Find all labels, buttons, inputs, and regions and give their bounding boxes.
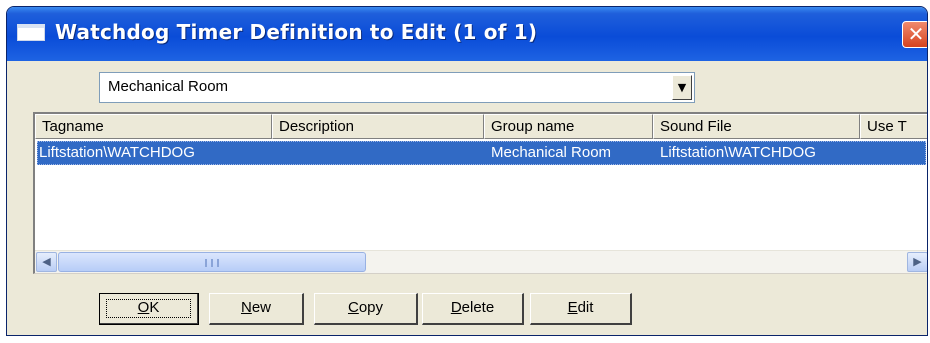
column-header-description[interactable]: Description bbox=[272, 114, 484, 139]
watchdog-list[interactable]: Tagname Description Group name Sound Fil… bbox=[33, 112, 927, 274]
ok-button[interactable]: OK bbox=[99, 293, 199, 325]
focus-rect bbox=[106, 299, 191, 318]
delete-accel: D bbox=[450, 299, 462, 316]
new-accel: N bbox=[240, 299, 252, 316]
table-row[interactable]: Liftstation\WATCHDOG Mechanical Room Lif… bbox=[37, 141, 926, 165]
delete-label: elete bbox=[461, 299, 495, 316]
dialog-window: Watchdog Timer Definition to Edit (1 of … bbox=[6, 6, 928, 336]
cell-group-name: Mechanical Room bbox=[491, 144, 612, 161]
title-bar[interactable]: Watchdog Timer Definition to Edit (1 of … bbox=[7, 7, 927, 61]
cell-sound-file: Liftstation\WATCHDOG bbox=[660, 144, 816, 161]
edit-label: dit bbox=[577, 299, 594, 316]
close-button[interactable]: ✕ bbox=[902, 21, 927, 48]
group-dropdown-value: Mechanical Room bbox=[108, 78, 229, 95]
scrollbar-thumb[interactable] bbox=[58, 252, 366, 272]
scroll-left-icon[interactable]: ◀ bbox=[36, 252, 57, 272]
copy-accel: C bbox=[347, 299, 359, 316]
horizontal-scrollbar[interactable]: ◀ ▶ bbox=[35, 250, 927, 273]
column-header-sound-file[interactable]: Sound File bbox=[653, 114, 860, 139]
new-button[interactable]: New bbox=[209, 293, 304, 325]
grip-icon bbox=[205, 259, 219, 267]
group-dropdown[interactable]: Mechanical Room ▼ bbox=[99, 72, 695, 103]
copy-label: opy bbox=[358, 299, 384, 316]
new-label: ew bbox=[251, 299, 272, 316]
column-header-use-t[interactable]: Use T bbox=[860, 114, 927, 139]
copy-button[interactable]: Copy bbox=[314, 293, 418, 325]
column-header-tagname[interactable]: Tagname bbox=[35, 114, 272, 139]
dropdown-arrow-icon[interactable]: ▼ bbox=[672, 75, 692, 100]
column-header-group-name[interactable]: Group name bbox=[484, 114, 653, 139]
list-header: Tagname Description Group name Sound Fil… bbox=[35, 114, 927, 139]
edit-accel: E bbox=[567, 299, 578, 316]
edit-button[interactable]: Edit bbox=[530, 293, 632, 325]
window-icon bbox=[17, 24, 45, 41]
cell-tagname: Liftstation\WATCHDOG bbox=[39, 144, 195, 161]
delete-button[interactable]: Delete bbox=[422, 293, 524, 325]
window-title: Watchdog Timer Definition to Edit (1 of … bbox=[55, 20, 538, 44]
scroll-right-icon[interactable]: ▶ bbox=[907, 252, 927, 272]
